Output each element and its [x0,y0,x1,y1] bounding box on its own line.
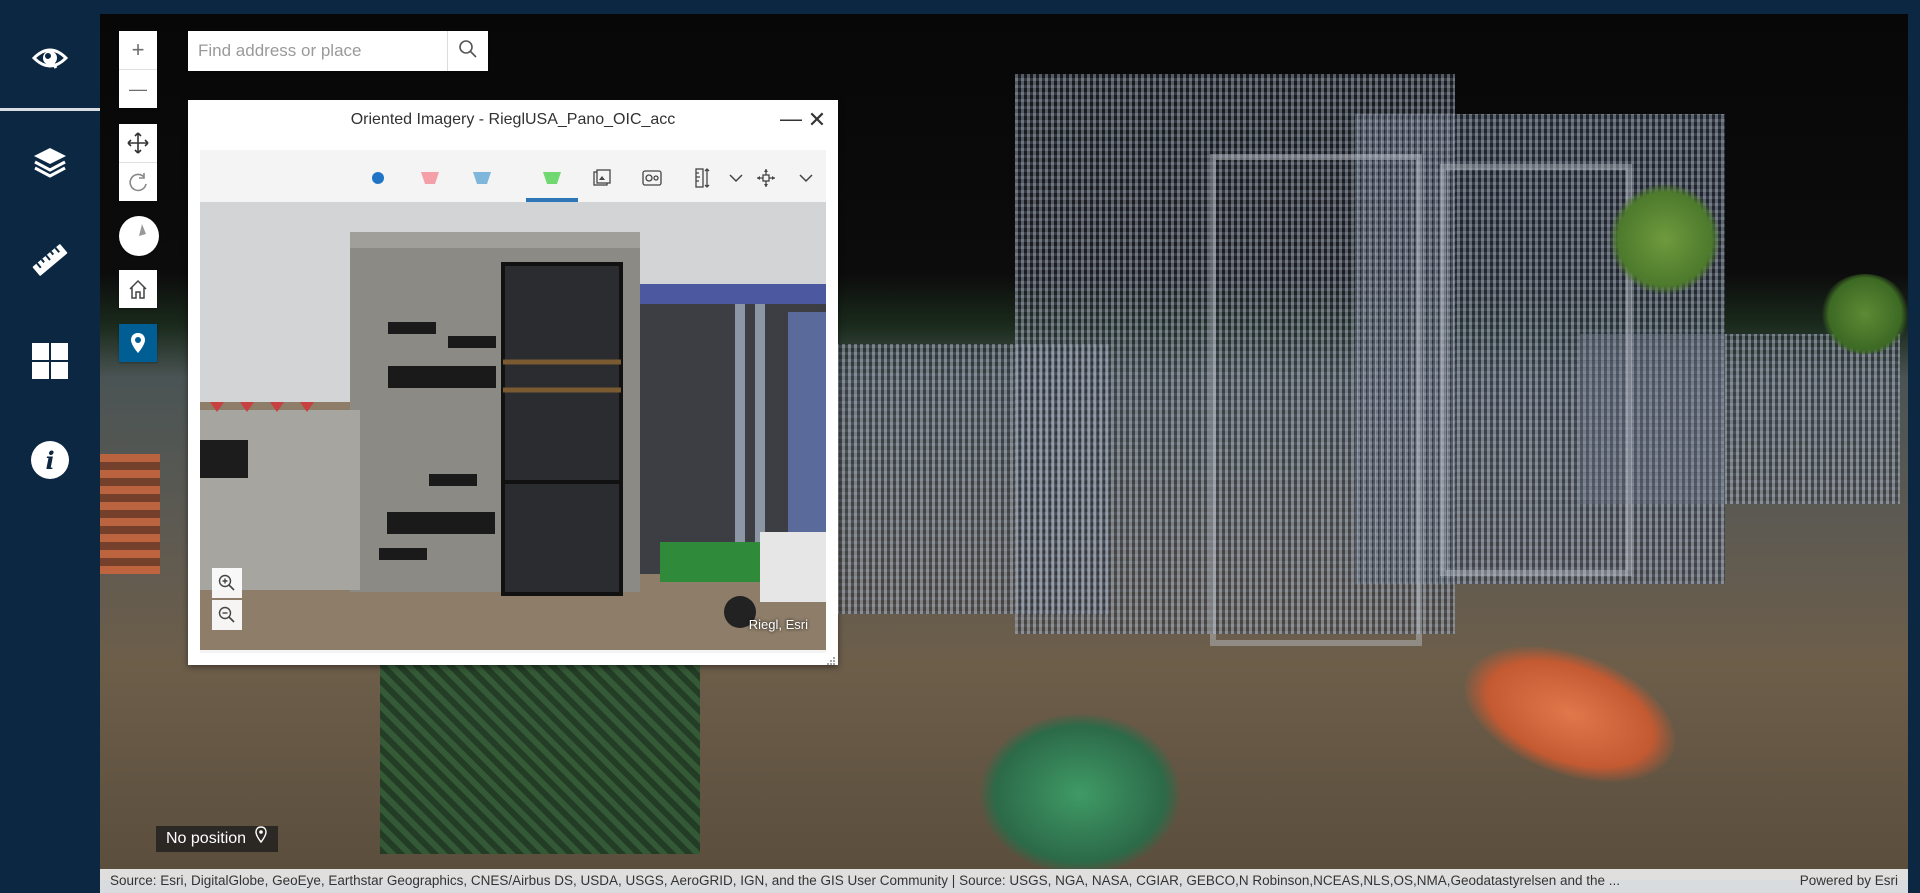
minimize-button[interactable]: — [780,108,802,132]
scene-debris [100,454,160,574]
location-pin-icon [254,825,268,853]
oriented-imagery-panel: Oriented Imagery - RieglUSA_Pano_OIC_acc… [188,100,838,665]
compass-button[interactable] [119,216,159,256]
search-button[interactable] [447,31,488,71]
zoom-in-button[interactable]: + [119,31,157,69]
measure-height-icon[interactable] [684,160,720,196]
rotate-button[interactable] [119,162,157,201]
home-button[interactable] [119,270,157,308]
image-zoom-in-button[interactable] [212,568,242,598]
navigation-rail: i [0,0,100,893]
attribution-sources[interactable]: Source: Esri, DigitalGlobe, GeoEye, Eart… [110,869,1620,893]
image-zoom-out-button[interactable] [212,600,242,630]
point-cloud-tree [1610,184,1720,294]
image-attribution: Riegl, Esri [748,617,808,632]
home-control [119,270,157,308]
point-cloud-frame [1440,164,1632,576]
zoom-out-button[interactable]: — [119,69,157,108]
info-icon[interactable]: i [0,410,100,510]
point-cloud-ground-patch [980,714,1180,874]
point-cloud-fence [380,634,700,854]
panel-title: Oriented Imagery - RieglUSA_Pano_OIC_acc [350,111,676,128]
pan-button[interactable] [119,124,157,162]
zoom-control: + — [119,31,157,108]
footprint-blue-icon[interactable] [464,160,500,196]
construction-photo [200,202,826,650]
search-icon [458,39,478,64]
navigation-toggle [119,124,157,201]
search-input[interactable] [188,31,447,71]
attribution-bar: Source: Esri, DigitalGlobe, GeoEye, Eart… [100,869,1908,893]
camera-location-icon[interactable] [360,160,396,196]
image-enhance-icon[interactable] [634,160,670,196]
point-cloud-frame [1210,154,1422,646]
app-logo-icon[interactable] [0,8,100,108]
resize-handle-icon[interactable] [826,653,836,665]
footprint-green-icon[interactable] [534,160,570,196]
navigation-move-icon[interactable] [748,160,784,196]
chevron-down-icon[interactable] [788,160,824,196]
no-position-label: No position [166,830,247,847]
powered-by-esri[interactable]: Powered by Esri [1800,869,1898,893]
point-cloud-ground-patch [1446,619,1694,809]
basemap-gallery-icon[interactable] [0,311,100,411]
oriented-image[interactable]: Riegl, Esri [200,202,826,650]
image-gallery-icon[interactable] [584,160,620,196]
search-widget [188,31,488,71]
close-button[interactable]: ✕ [806,108,828,132]
footprint-pink-icon[interactable] [412,160,448,196]
oriented-imagery-control [119,324,157,362]
point-cloud-tree [1820,274,1908,354]
viewer-container: Riegl, Esri [200,150,826,653]
rail-divider [0,108,100,111]
layers-icon[interactable] [0,112,100,212]
viewer-toolbar [200,150,826,202]
position-status: No position [156,825,279,853]
measure-ruler-icon[interactable] [0,210,100,310]
oriented-imagery-button[interactable] [119,324,157,362]
svg-text:i: i [45,446,54,475]
